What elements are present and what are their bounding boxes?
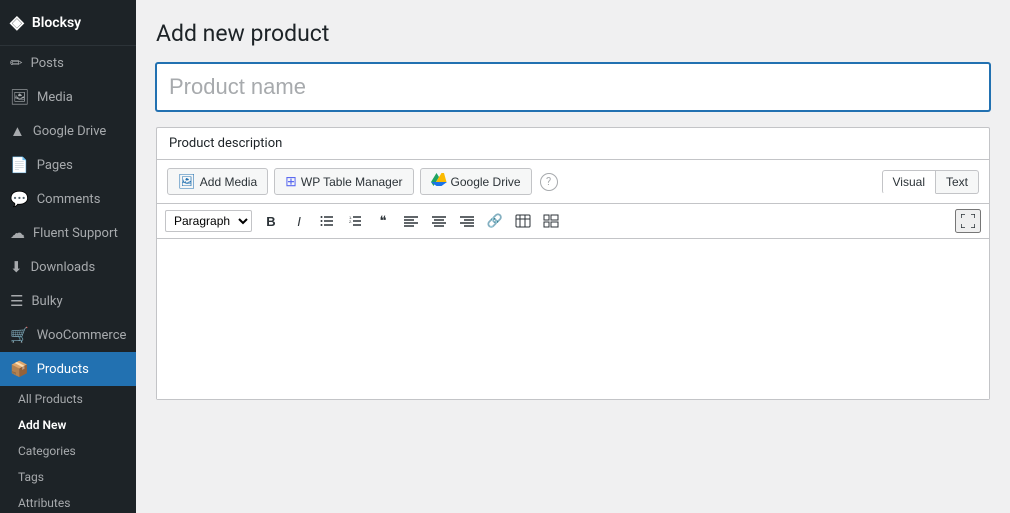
submenu-label: Attributes <box>18 496 70 510</box>
sidebar-item-google-drive[interactable]: ▲ Google Drive <box>0 114 136 148</box>
grid-button[interactable] <box>538 209 564 233</box>
sidebar-item-fluent-support[interactable]: ☁ Fluent Support <box>0 216 136 250</box>
woocommerce-icon: 🛒 <box>10 326 29 344</box>
visual-text-tabs: Visual Text <box>882 170 979 194</box>
wp-table-icon: ⊞ <box>285 173 297 190</box>
desc-toolbar: 🖼 Add Media ⊞ WP Table Manager Google Dr… <box>157 160 989 204</box>
add-media-button[interactable]: 🖼 Add Media <box>167 168 268 195</box>
page-title: Add new product <box>156 20 990 47</box>
sidebar-item-label: Posts <box>31 56 64 71</box>
sidebar-item-media[interactable]: 🖼 Media <box>0 80 136 114</box>
blockquote-button[interactable]: ❝ <box>370 209 396 233</box>
wp-table-label: WP Table Manager <box>301 175 403 189</box>
sidebar-item-products[interactable]: 📦 Products <box>0 352 136 386</box>
sidebar-item-label: Pages <box>37 158 73 173</box>
italic-button[interactable]: I <box>286 209 312 233</box>
wp-table-manager-button[interactable]: ⊞ WP Table Manager <box>274 168 413 195</box>
products-submenu: All Products Add New Categories Tags Att… <box>0 386 136 513</box>
google-drive-icon: ▲ <box>10 122 25 140</box>
posts-icon: ✏ <box>10 54 23 72</box>
sidebar-item-label: Media <box>37 90 73 105</box>
bold-button[interactable]: B <box>258 209 284 233</box>
sidebar-item-pages[interactable]: 📄 Pages <box>0 148 136 182</box>
sidebar: ◈ Blocksy ✏ Posts 🖼 Media ▲ Google Drive… <box>0 0 136 513</box>
fullscreen-button[interactable] <box>955 209 981 233</box>
submenu-tags[interactable]: Tags <box>0 464 136 490</box>
media-icon: 🖼 <box>10 88 29 106</box>
visual-tab[interactable]: Visual <box>882 170 936 194</box>
text-tab[interactable]: Text <box>936 170 979 194</box>
sidebar-logo[interactable]: ◈ Blocksy <box>0 0 136 46</box>
link-button[interactable]: 🔗 <box>482 209 508 233</box>
sidebar-item-label: Products <box>37 362 89 377</box>
submenu-label: Add New <box>18 418 66 432</box>
google-drive-button[interactable]: Google Drive <box>420 168 532 195</box>
desc-header: Product description <box>157 128 989 160</box>
logo-icon: ◈ <box>10 12 24 33</box>
format-toolbar: Paragraph B I 1.2. ❝ 🔗 <box>157 204 989 239</box>
sidebar-item-label: Comments <box>37 192 101 207</box>
unordered-list-button[interactable] <box>314 209 340 233</box>
submenu-categories[interactable]: Categories <box>0 438 136 464</box>
main-content: Add new product Product description 🖼 Ad… <box>136 0 1010 513</box>
align-right-button[interactable] <box>454 209 480 233</box>
table-button[interactable] <box>510 209 536 233</box>
align-left-button[interactable] <box>398 209 424 233</box>
sidebar-item-downloads[interactable]: ⬇ Downloads <box>0 250 136 284</box>
fluent-support-icon: ☁ <box>10 224 25 242</box>
help-icon[interactable]: ? <box>540 173 558 191</box>
logo-label: Blocksy <box>32 15 81 31</box>
add-media-icon: 🖼 <box>178 173 196 190</box>
submenu-all-products[interactable]: All Products <box>0 386 136 412</box>
product-name-input[interactable] <box>156 63 990 111</box>
sidebar-item-label: Fluent Support <box>33 226 118 241</box>
submenu-add-new[interactable]: Add New <box>0 412 136 438</box>
align-center-button[interactable] <box>426 209 452 233</box>
sidebar-item-comments[interactable]: 💬 Comments <box>0 182 136 216</box>
submenu-label: Categories <box>18 444 76 458</box>
sidebar-item-label: Bulky <box>31 294 62 309</box>
paragraph-select[interactable]: Paragraph <box>165 210 252 232</box>
editor-area[interactable] <box>157 239 989 399</box>
comments-icon: 💬 <box>10 190 29 208</box>
ordered-list-button[interactable]: 1.2. <box>342 209 368 233</box>
bulky-icon: ☰ <box>10 292 23 310</box>
downloads-icon: ⬇ <box>10 258 23 276</box>
sidebar-item-label: Google Drive <box>33 124 106 139</box>
google-drive-label: Google Drive <box>451 175 521 189</box>
submenu-attributes[interactable]: Attributes <box>0 490 136 513</box>
products-icon: 📦 <box>10 360 29 378</box>
gdrive-btn-icon <box>431 173 447 190</box>
submenu-label: All Products <box>18 392 83 406</box>
submenu-label: Tags <box>18 470 44 484</box>
product-description-box: Product description 🖼 Add Media ⊞ WP Tab… <box>156 127 990 400</box>
sidebar-item-label: WooCommerce <box>37 328 127 343</box>
sidebar-item-posts[interactable]: ✏ Posts <box>0 46 136 80</box>
sidebar-item-woocommerce[interactable]: 🛒 WooCommerce <box>0 318 136 352</box>
sidebar-item-label: Downloads <box>31 260 96 275</box>
add-media-label: Add Media <box>200 175 257 189</box>
pages-icon: 📄 <box>10 156 29 174</box>
svg-text:2.: 2. <box>349 219 352 224</box>
sidebar-item-bulky[interactable]: ☰ Bulky <box>0 284 136 318</box>
